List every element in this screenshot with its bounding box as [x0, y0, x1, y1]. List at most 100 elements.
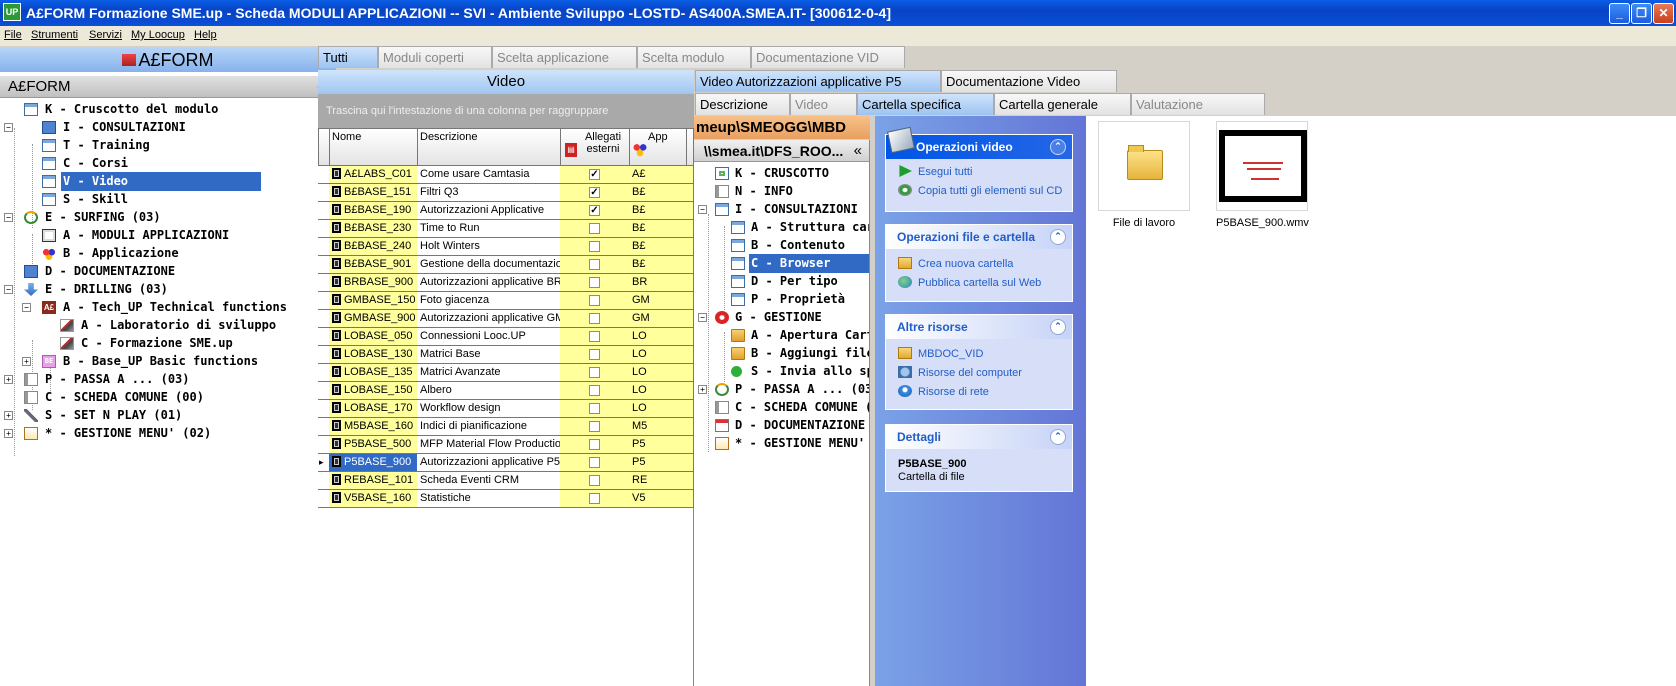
cell-descrizione[interactable]: Indici di pianificazione [417, 418, 561, 436]
menu-file[interactable]: File [4, 29, 22, 41]
folder-tree-item[interactable]: B - Aggiungi file all. [694, 344, 869, 363]
cell-descrizione[interactable]: Connessioni Looc.UP [417, 328, 561, 346]
cell-nome[interactable]: LOBASE_130 [329, 346, 418, 364]
cell-app[interactable]: P5 [629, 436, 687, 454]
cell-descrizione[interactable]: Matrici Avanzate [417, 364, 561, 382]
attachment-checkbox[interactable] [589, 457, 600, 468]
cell-nome[interactable]: B£BASE_190 [329, 202, 418, 220]
column-header-allegati[interactable]: ▤ Allegati esterni [560, 128, 630, 166]
table-row[interactable]: B£BASE_901 Gestione della documentazione B… [318, 256, 694, 274]
cell-nome[interactable]: P5BASE_900 [329, 454, 418, 472]
cell-nome[interactable]: A£LABS_C01 [329, 166, 418, 184]
cell-nome[interactable]: LOBASE_050 [329, 328, 418, 346]
folder-tree-item[interactable]: N - INFO [694, 182, 869, 201]
cell-app[interactable]: GM [629, 292, 687, 310]
table-row[interactable]: REBASE_101 Scheda Eventi CRM RE [318, 472, 694, 490]
table-row[interactable]: LOBASE_150 Albero LO [318, 382, 694, 400]
cell-nome[interactable]: M5BASE_160 [329, 418, 418, 436]
restore-button[interactable]: ❐ [1631, 3, 1652, 24]
table-row[interactable]: A£LABS_C01 Come usare Camtasia ✓ A£ [318, 166, 694, 184]
table-row[interactable]: LOBASE_170 Workflow design LO [318, 400, 694, 418]
folder-tree-item[interactable]: − I - CONSULTAZIONI [694, 200, 869, 219]
tab-1[interactable]: Moduli coperti [378, 46, 492, 68]
cell-app[interactable]: LO [629, 364, 687, 382]
tree-item[interactable]: + * - GESTIONE MENU' (02) [0, 424, 336, 443]
other-resources-header[interactable]: Altre risorse ⌃ [886, 315, 1072, 339]
tree-item[interactable]: A - MODULI APPLICAZIONI [0, 226, 336, 245]
tree-item[interactable]: − I - CONSULTAZIONI [0, 118, 336, 137]
cell-nome[interactable]: GMBASE_900 [329, 310, 418, 328]
expand-icon[interactable]: + [22, 357, 31, 366]
cell-descrizione[interactable]: Workflow design [417, 400, 561, 418]
expand-icon[interactable]: + [4, 375, 13, 384]
collapse-node-icon[interactable]: − [698, 205, 707, 214]
cell-descrizione[interactable]: Filtri Q3 [417, 184, 561, 202]
video-operations-header[interactable]: Operazioni video ⌃ [886, 126, 1072, 159]
cell-descrizione[interactable]: Gestione della documentazione [417, 256, 561, 274]
cell-app[interactable]: LO [629, 346, 687, 364]
tree-item[interactable]: − E - SURFING (03) [0, 208, 336, 227]
collapse-node-icon[interactable]: − [4, 213, 13, 222]
tree-item[interactable]: + P - PASSA A ... (03) [0, 370, 336, 389]
cell-app[interactable]: B£ [629, 256, 687, 274]
cell-app[interactable]: B£ [629, 238, 687, 256]
cell-app[interactable]: B£ [629, 184, 687, 202]
cell-nome[interactable]: B£BASE_151 [329, 184, 418, 202]
folder-tree-item[interactable]: C - SCHEDA COMUNE (0 [694, 398, 869, 417]
attachment-checkbox[interactable] [589, 295, 600, 306]
detail-tab-4[interactable]: Valutazione [1131, 93, 1265, 115]
cell-descrizione[interactable]: Scheda Eventi CRM [417, 472, 561, 490]
column-header-descrizione[interactable]: Descrizione [417, 128, 561, 166]
column-header-app[interactable]: App [629, 128, 687, 166]
table-row[interactable]: LOBASE_135 Matrici Avanzate LO [318, 364, 694, 382]
detail-tab-3[interactable]: Cartella generale [994, 93, 1131, 115]
tree-item[interactable]: C - SCHEDA COMUNE (00) [0, 388, 336, 407]
cell-app[interactable]: LO [629, 382, 687, 400]
tree-item[interactable]: C - Formazione SME.up [0, 334, 336, 353]
attachment-checkbox[interactable] [589, 493, 600, 504]
tree-item[interactable]: + S - SET N PLAY (01) [0, 406, 336, 425]
my-computer-link[interactable]: Risorse del computer [898, 364, 1022, 382]
cell-descrizione[interactable]: Autorizzazioni applicative BR [417, 274, 561, 292]
expand-icon[interactable]: + [4, 429, 13, 438]
run-all-link[interactable]: Esegui tutti [898, 163, 972, 181]
tree-item[interactable]: + BE B - Base_UP Basic functions [0, 352, 336, 371]
cell-descrizione[interactable]: Statistiche [417, 490, 561, 508]
cell-app[interactable]: V5 [629, 490, 687, 508]
group-by-area[interactable]: Trascina qui l'intestazione di una colon… [318, 94, 694, 128]
mbdoc-vid-link[interactable]: MBDOC_VID [898, 345, 983, 363]
cell-descrizione[interactable]: MFP Material Flow Production [417, 436, 561, 454]
folder-tree-item[interactable]: * - GESTIONE MENU' (0 [694, 434, 869, 453]
tab-0[interactable]: Tutti [318, 46, 378, 68]
attachment-checkbox[interactable]: ✓ [589, 205, 600, 216]
chevron-up-icon[interactable]: ⌃ [1050, 139, 1066, 155]
cell-nome[interactable]: LOBASE_150 [329, 382, 418, 400]
file-item-folder[interactable]: File di lavoro [1098, 121, 1190, 229]
detail-tab-1[interactable]: Video [790, 93, 857, 115]
cell-app[interactable]: M5 [629, 418, 687, 436]
tree-item[interactable]: A - Laboratorio di sviluppo [0, 316, 336, 335]
table-row[interactable]: GMBASE_150 Foto giacenza GM [318, 292, 694, 310]
attachment-checkbox[interactable] [589, 331, 600, 342]
column-header-nome[interactable]: Nome [329, 128, 418, 166]
cell-nome[interactable]: BRBASE_900 [329, 274, 418, 292]
chevron-up-icon[interactable]: ⌃ [1050, 319, 1066, 335]
attachment-checkbox[interactable] [589, 277, 600, 288]
attachment-checkbox[interactable] [589, 367, 600, 378]
folder-tree-item[interactable]: A - Struttura cartell [694, 218, 869, 237]
attachment-checkbox[interactable] [589, 385, 600, 396]
table-row[interactable]: B£BASE_230 Time to Run B£ [318, 220, 694, 238]
cell-app[interactable]: B£ [629, 220, 687, 238]
cell-nome[interactable]: B£BASE_230 [329, 220, 418, 238]
cell-app[interactable]: P5 [629, 454, 687, 472]
table-row[interactable]: GMBASE_900 Autorizzazioni applicative GM G… [318, 310, 694, 328]
cell-descrizione[interactable]: Autorizzazioni Applicative [417, 202, 561, 220]
table-row[interactable]: ▸ P5BASE_900 Autorizzazioni applicative P5… [318, 454, 694, 472]
folder-tree-item[interactable]: D - Per tipo [694, 272, 869, 291]
tab-4[interactable]: Documentazione VID [751, 46, 905, 68]
minimize-button[interactable]: _ [1609, 3, 1630, 24]
cell-app[interactable]: B£ [629, 202, 687, 220]
right-tab-1[interactable]: Documentazione Video [941, 70, 1117, 92]
tree-item[interactable]: − E - DRILLING (03) [0, 280, 336, 299]
menu-help[interactable]: Help [194, 29, 217, 41]
